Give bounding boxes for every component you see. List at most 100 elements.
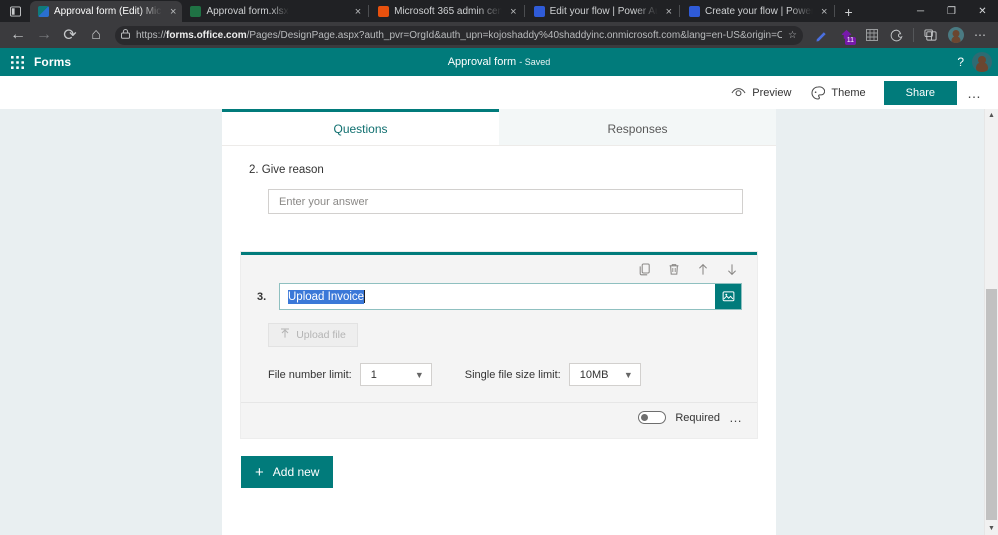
tab-divider [368, 5, 370, 17]
file-size-limit-group: Single file size limit: 10MB ▼ [465, 363, 641, 386]
tab-title: Approval form.xlsx [206, 6, 289, 17]
browser-essentials-icon[interactable] [885, 24, 908, 46]
upload-icon [280, 328, 290, 342]
close-icon[interactable]: × [507, 6, 516, 18]
close-icon[interactable]: × [167, 6, 176, 18]
forward-button[interactable]: → [32, 24, 56, 46]
theme-label: Theme [831, 86, 866, 99]
preview-label: Preview [752, 86, 792, 99]
close-icon[interactable]: × [818, 6, 827, 18]
tab-search-button[interactable] [0, 0, 30, 22]
power-automate-icon [689, 6, 700, 17]
palette-icon [811, 85, 826, 100]
maximize-button[interactable]: ❐ [936, 0, 967, 22]
scroll-down-arrow[interactable]: ▼ [985, 522, 998, 535]
eye-icon [731, 87, 746, 98]
favorite-star-icon[interactable]: ☆ [788, 30, 797, 41]
copy-icon[interactable] [635, 259, 655, 279]
question-title-input[interactable]: Upload Invoice [280, 284, 715, 309]
toggle-knob [641, 414, 649, 421]
url-path: /Pages/DesignPage.aspx?auth_pvr=OrgId&au… [246, 29, 783, 41]
trash-icon[interactable] [664, 259, 684, 279]
file-number-limit-value: 1 [370, 368, 377, 381]
share-button[interactable]: Share [883, 80, 957, 105]
address-bar[interactable]: https://forms.office.com/Pages/DesignPag… [115, 25, 803, 45]
tab-title: Approval form (Edit) Microsoft F [54, 6, 162, 17]
lock-icon [121, 26, 130, 44]
pen-collections-icon[interactable] [810, 24, 833, 46]
url-prefix: https:// [136, 29, 167, 41]
tab-divider [679, 5, 680, 17]
browser-tab-2[interactable]: Microsoft 365 admin center - Ac × [370, 1, 522, 22]
new-tab-button[interactable]: + [836, 1, 860, 22]
answer-input[interactable]: Enter your answer [268, 189, 743, 214]
question-card-3[interactable]: 3. Upload Invoice Upload file File numbe… [241, 252, 757, 438]
back-button[interactable]: ← [6, 24, 30, 46]
file-size-limit-dropdown[interactable]: 10MB ▼ [568, 363, 641, 386]
forms-command-bar: Preview Theme Share … [0, 76, 998, 109]
refresh-button[interactable]: ⟳ [58, 24, 82, 46]
browser-window: Approval form (Edit) Microsoft F × Appro… [0, 0, 998, 535]
tab-questions[interactable]: Questions [222, 109, 499, 145]
close-icon[interactable]: × [352, 6, 361, 18]
chevron-down-icon: ▼ [414, 369, 424, 380]
question-item-2[interactable]: 2. Give reason Enter your answer [241, 146, 757, 214]
form-tabs: Questions Responses [222, 109, 776, 146]
waffle-icon[interactable] [6, 51, 28, 73]
close-window-button[interactable]: ✕ [967, 0, 998, 22]
grid-apps-icon[interactable] [860, 24, 883, 46]
browser-navbar: ← → ⟳ ⌂ https://forms.office.com/Pages/D… [0, 22, 998, 48]
plus-icon: + [255, 463, 264, 481]
add-new-label: Add new [272, 465, 320, 479]
upload-file-button[interactable]: Upload file [268, 323, 358, 347]
answer-placeholder: Enter your answer [279, 195, 369, 208]
browser-tab-1[interactable]: Approval form.xlsx × [182, 1, 367, 22]
scroll-up-arrow[interactable]: ▲ [985, 109, 998, 122]
required-label: Required [675, 411, 720, 424]
preview-button[interactable]: Preview [721, 76, 801, 109]
file-number-limit-group: File number limit: 1 ▼ [268, 363, 432, 386]
browser-tab-4[interactable]: Create your flow | Power Automa × [681, 1, 833, 22]
profile-avatar[interactable] [944, 24, 967, 46]
arrow-down-icon[interactable] [722, 259, 742, 279]
question-footer: Required … [241, 402, 757, 432]
settings-more-icon[interactable]: ⋯ [969, 24, 992, 46]
file-number-limit-dropdown[interactable]: 1 ▼ [359, 363, 432, 386]
user-avatar[interactable] [972, 52, 992, 72]
question-title: Give reason [261, 164, 324, 176]
arrow-up-icon[interactable] [693, 259, 713, 279]
required-toggle[interactable] [638, 411, 667, 424]
window-controls: ─ ❐ ✕ [905, 0, 998, 22]
scrollbar-thumb[interactable] [986, 289, 997, 520]
power-automate-icon [533, 6, 545, 17]
question-number: 2. [249, 164, 259, 176]
tab-title: Edit your flow | Power Automate [549, 6, 658, 17]
toolbar-divider [913, 28, 914, 42]
file-limits-row: File number limit: 1 ▼ Single file size … [268, 363, 757, 386]
more-options-button[interactable]: … [957, 85, 992, 101]
vertical-scrollbar[interactable]: ▲ ▼ [984, 109, 998, 535]
help-icon[interactable]: ? [957, 55, 964, 69]
file-number-limit-label: File number limit: [268, 368, 352, 381]
browser-tab-0[interactable]: Approval form (Edit) Microsoft F × [30, 1, 183, 22]
browser-tab-3[interactable]: Edit your flow | Power Automate × [526, 1, 678, 22]
file-size-limit-label: Single file size limit: [464, 368, 561, 381]
question-title-input-wrap[interactable]: Upload Invoice [279, 283, 742, 310]
form-sheet: Questions Responses 2. Give reason Enter… [222, 109, 776, 535]
extensions-icon[interactable]: 11 [835, 24, 858, 46]
question-more-options-button[interactable]: … [729, 410, 743, 425]
forms-icon [38, 6, 49, 17]
tab-divider [523, 5, 525, 17]
tab-responses[interactable]: Responses [499, 109, 776, 145]
close-icon[interactable]: × [663, 6, 672, 18]
forms-brand-label[interactable]: Forms [34, 55, 71, 69]
upload-file-label: Upload file [296, 329, 346, 341]
theme-button[interactable]: Theme [801, 76, 875, 109]
minimize-button[interactable]: ─ [905, 0, 936, 22]
chevron-down-icon: ▼ [623, 369, 633, 380]
split-screen-icon[interactable] [919, 24, 942, 46]
insert-media-icon[interactable] [715, 284, 741, 309]
home-button[interactable]: ⌂ [84, 24, 108, 46]
add-new-button[interactable]: + Add new [241, 456, 333, 488]
question-title-edit-row: 3. Upload Invoice [241, 283, 757, 310]
